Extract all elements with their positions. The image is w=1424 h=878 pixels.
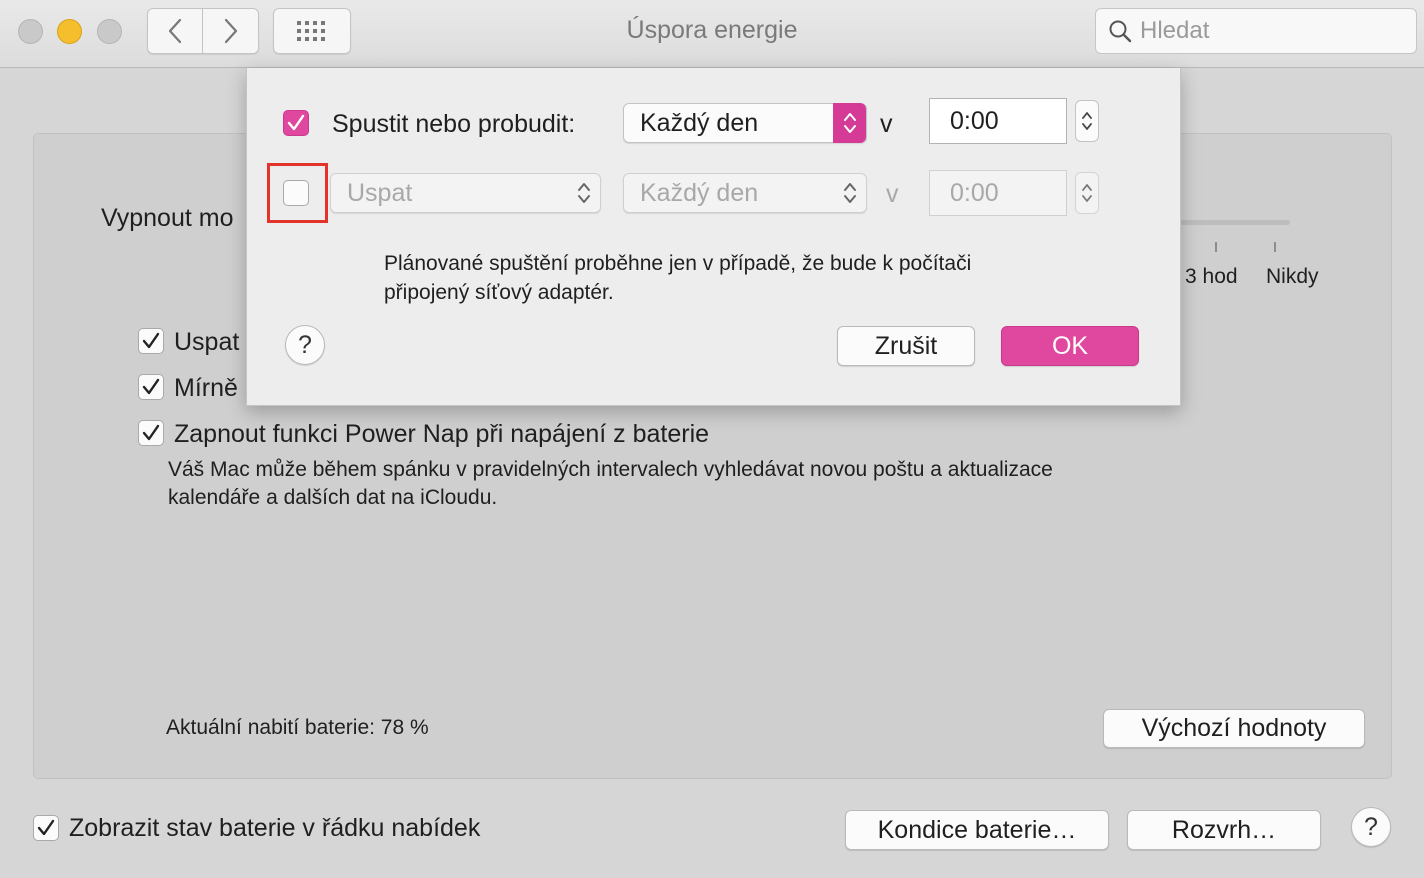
show-battery-status-checkbox[interactable]	[33, 815, 59, 841]
sleep-action-value: Uspat	[347, 178, 413, 207]
show-battery-status-label: Zobrazit stav baterie v řádku nabídek	[69, 814, 481, 842]
checkmark-icon	[287, 114, 305, 131]
sheet-help-button[interactable]: ?	[285, 325, 325, 365]
battery-charge-text: Aktuální nabití baterie: 78 %	[166, 716, 429, 739]
schedule-note: Plánované spuštění proběhne jen v případ…	[384, 252, 972, 275]
sleep-frequency-value: Každý den	[640, 178, 759, 207]
power-nap-description: Váš Mac může během spánku v pravidelných…	[168, 458, 1053, 481]
help-button[interactable]: ?	[1351, 807, 1391, 847]
restore-defaults-button[interactable]: Výchozí hodnoty	[1103, 709, 1365, 748]
slider-label-3h: 3 hod	[1185, 265, 1238, 288]
dim-display-label: Mírně	[174, 374, 238, 402]
schedule-note-2: připojený síťový adaptér.	[384, 281, 614, 304]
power-nap-description-2: kalendáře a dalších dat na iCloudu.	[168, 486, 498, 509]
sleep-time-field[interactable]: 0:00	[929, 170, 1067, 216]
updown-arrows-icon	[833, 173, 866, 213]
power-nap-checkbox[interactable]	[138, 420, 164, 446]
schedule-button[interactable]: Rozvrh…	[1127, 810, 1321, 850]
updown-arrows-icon	[1082, 184, 1092, 202]
updown-arrows-icon	[833, 103, 866, 143]
cancel-button[interactable]: Zrušit	[837, 326, 975, 366]
wake-frequency-popup[interactable]: Každý den	[623, 103, 867, 143]
sleep-time-stepper[interactable]	[1075, 172, 1099, 214]
wake-label: Spustit nebo probudit:	[332, 110, 576, 138]
display-off-label: Vypnout mo	[101, 204, 234, 232]
slider-tick	[1215, 242, 1217, 252]
ok-button[interactable]: OK	[1001, 326, 1139, 366]
slider-label-never: Nikdy	[1266, 265, 1319, 288]
sleep-frequency-popup[interactable]: Každý den	[623, 173, 867, 213]
updown-arrows-icon	[567, 173, 600, 213]
sleep-at-label: v	[886, 180, 899, 208]
wake-frequency-value: Každý den	[640, 108, 759, 137]
sleep-disks-checkbox[interactable]	[138, 328, 164, 354]
checkmark-icon	[142, 332, 160, 349]
highlight-box	[267, 163, 328, 223]
updown-arrows-icon	[1082, 112, 1092, 130]
checkmark-icon	[37, 819, 55, 836]
title-bar: Úspora energie Hledat	[0, 0, 1424, 68]
display-sleep-slider[interactable]	[1180, 220, 1290, 225]
wake-checkbox[interactable]	[283, 110, 309, 136]
sleep-action-popup[interactable]: Uspat	[330, 173, 601, 213]
checkmark-icon	[142, 378, 160, 395]
search-placeholder: Hledat	[1140, 17, 1210, 44]
sleep-disks-label: Uspat	[174, 328, 240, 356]
wake-time-stepper[interactable]	[1075, 100, 1099, 142]
battery-health-button[interactable]: Kondice baterie…	[845, 810, 1109, 850]
wake-time-field[interactable]: 0:00	[929, 98, 1067, 144]
wake-at-label: v	[880, 110, 893, 138]
slider-tick	[1274, 242, 1276, 252]
search-icon	[1109, 20, 1132, 43]
checkmark-icon	[142, 424, 160, 441]
search-field[interactable]: Hledat	[1095, 8, 1417, 54]
power-nap-label: Zapnout funkci Power Nap při napájení z …	[174, 420, 710, 448]
dim-display-checkbox[interactable]	[138, 374, 164, 400]
